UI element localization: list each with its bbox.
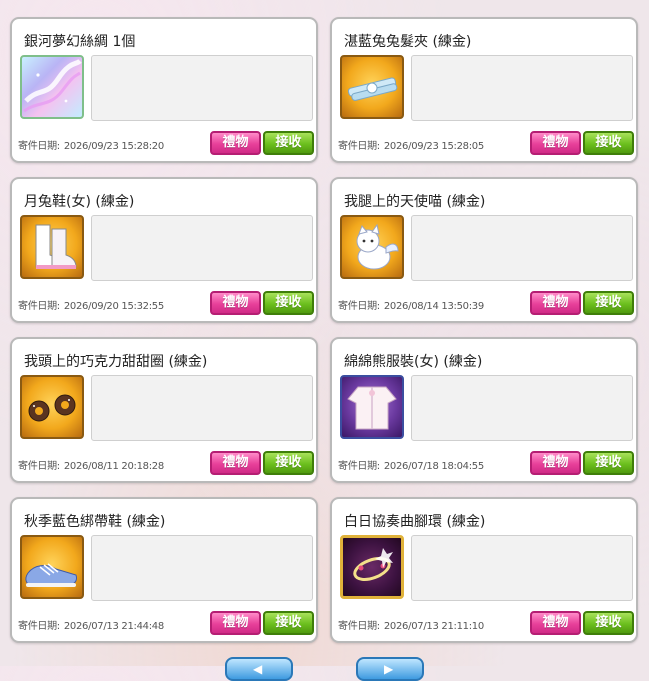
send-date-row: 寄件日期: 2026/09/23 15:28:05 <box>338 137 484 152</box>
message-box <box>91 375 313 441</box>
receive-button[interactable]: 接收 <box>583 131 634 155</box>
mail-card: 我頭上的巧克力甜甜圈 (練金) 寄件日期: 2026/08/11 20:18:28… <box>10 337 318 483</box>
send-date-row: 寄件日期: 2026/07/18 18:04:55 <box>338 457 484 472</box>
send-date-row: 寄件日期: 2026/08/14 13:50:39 <box>338 297 484 312</box>
send-date-label: 寄件日期: <box>338 141 380 152</box>
receive-button[interactable]: 接收 <box>263 451 314 475</box>
send-date-label: 寄件日期: <box>18 461 60 472</box>
send-date-row: 寄件日期: 2026/07/13 21:44:48 <box>18 617 164 632</box>
gift-button[interactable]: 禮物 <box>210 611 261 635</box>
gift-button[interactable]: 禮物 <box>530 611 581 635</box>
send-date-row: 寄件日期: 2026/08/11 20:18:28 <box>18 457 164 472</box>
message-box <box>411 535 633 601</box>
send-date-value: 2026/07/18 18:04:55 <box>383 461 484 472</box>
item-title: 我腿上的天使喵 (練金) <box>344 194 486 210</box>
receive-button[interactable]: 接收 <box>263 131 314 155</box>
item-title: 綿綿熊服裝(女) (練金) <box>344 354 483 370</box>
send-date-label: 寄件日期: <box>18 621 60 632</box>
chevron-right-icon: ▶ <box>384 662 394 676</box>
message-box <box>411 55 633 121</box>
gift-button[interactable]: 禮物 <box>210 291 261 315</box>
chocolate-donut-icon <box>20 375 84 439</box>
send-date-value: 2026/09/20 15:32:55 <box>63 301 164 312</box>
send-date-value: 2026/07/13 21:44:48 <box>63 621 164 632</box>
item-title: 白日協奏曲腳環 (練金) <box>344 514 486 530</box>
mail-card: 銀河夢幻絲綢 1個 寄件日期: 2026/09/23 15:28:20 禮物 接收 <box>10 17 318 163</box>
send-date-value: 2026/09/23 15:28:05 <box>383 141 484 152</box>
message-box <box>91 535 313 601</box>
send-date-row: 寄件日期: 2026/09/23 15:28:20 <box>18 137 164 152</box>
send-date-label: 寄件日期: <box>338 461 380 472</box>
item-title: 湛藍兔兔髮夾 (練金) <box>344 34 472 50</box>
item-title: 月兔鞋(女) (練金) <box>24 194 135 210</box>
moon-rabbit-boots-icon <box>20 215 84 279</box>
chevron-left-icon: ◀ <box>253 662 263 676</box>
send-date-label: 寄件日期: <box>338 621 380 632</box>
item-title: 銀河夢幻絲綢 1個 <box>24 34 136 50</box>
send-date-value: 2026/07/13 21:11:10 <box>383 621 484 632</box>
message-box <box>411 375 633 441</box>
gift-button[interactable]: 禮物 <box>530 451 581 475</box>
mailbox-grid: 銀河夢幻絲綢 1個 寄件日期: 2026/09/23 15:28:20 禮物 接收… <box>0 0 649 666</box>
gift-button[interactable]: 禮物 <box>530 291 581 315</box>
send-date-row: 寄件日期: 2026/07/13 21:11:10 <box>338 617 484 632</box>
daylight-concerto-anklet-icon <box>340 535 404 599</box>
gift-button[interactable]: 禮物 <box>530 131 581 155</box>
mail-card: 綿綿熊服裝(女) (練金) 寄件日期: 2026/07/18 18:04:55 禮… <box>330 337 638 483</box>
send-date-label: 寄件日期: <box>338 301 380 312</box>
galaxy-silk-icon <box>20 55 84 119</box>
mail-card: 白日協奏曲腳環 (練金) 寄件日期: 2026/07/13 21:11:10 禮物… <box>330 497 638 643</box>
angel-cat-icon <box>340 215 404 279</box>
send-date-value: 2026/08/14 13:50:39 <box>383 301 484 312</box>
fluffy-bear-outfit-icon <box>340 375 404 439</box>
send-date-value: 2026/08/11 20:18:28 <box>63 461 164 472</box>
message-box <box>91 55 313 121</box>
gift-button[interactable]: 禮物 <box>210 131 261 155</box>
item-title: 秋季藍色綁帶鞋 (練金) <box>24 514 166 530</box>
blue-laced-shoes-icon <box>20 535 84 599</box>
receive-button[interactable]: 接收 <box>263 611 314 635</box>
next-page-button[interactable]: ▶ <box>356 657 424 681</box>
blue-bunny-hairclip-icon <box>340 55 404 119</box>
previous-page-button[interactable]: ◀ <box>225 657 293 681</box>
receive-button[interactable]: 接收 <box>583 611 634 635</box>
message-box <box>411 215 633 281</box>
mail-card: 月兔鞋(女) (練金) 寄件日期: 2026/09/20 15:32:55 禮物 … <box>10 177 318 323</box>
mail-card: 秋季藍色綁帶鞋 (練金) 寄件日期: 2026/07/13 21:44:48 禮物… <box>10 497 318 643</box>
send-date-label: 寄件日期: <box>18 141 60 152</box>
receive-button[interactable]: 接收 <box>583 291 634 315</box>
pagination-bar: ◀ ▶ <box>0 652 649 681</box>
send-date-value: 2026/09/23 15:28:20 <box>63 141 164 152</box>
receive-button[interactable]: 接收 <box>263 291 314 315</box>
send-date-label: 寄件日期: <box>18 301 60 312</box>
message-box <box>91 215 313 281</box>
send-date-row: 寄件日期: 2026/09/20 15:32:55 <box>18 297 164 312</box>
mail-card: 湛藍兔兔髮夾 (練金) 寄件日期: 2026/09/23 15:28:05 禮物 … <box>330 17 638 163</box>
item-title: 我頭上的巧克力甜甜圈 (練金) <box>24 354 208 370</box>
gift-button[interactable]: 禮物 <box>210 451 261 475</box>
receive-button[interactable]: 接收 <box>583 451 634 475</box>
mail-card: 我腿上的天使喵 (練金) 寄件日期: 2026/08/14 13:50:39 禮物… <box>330 177 638 323</box>
